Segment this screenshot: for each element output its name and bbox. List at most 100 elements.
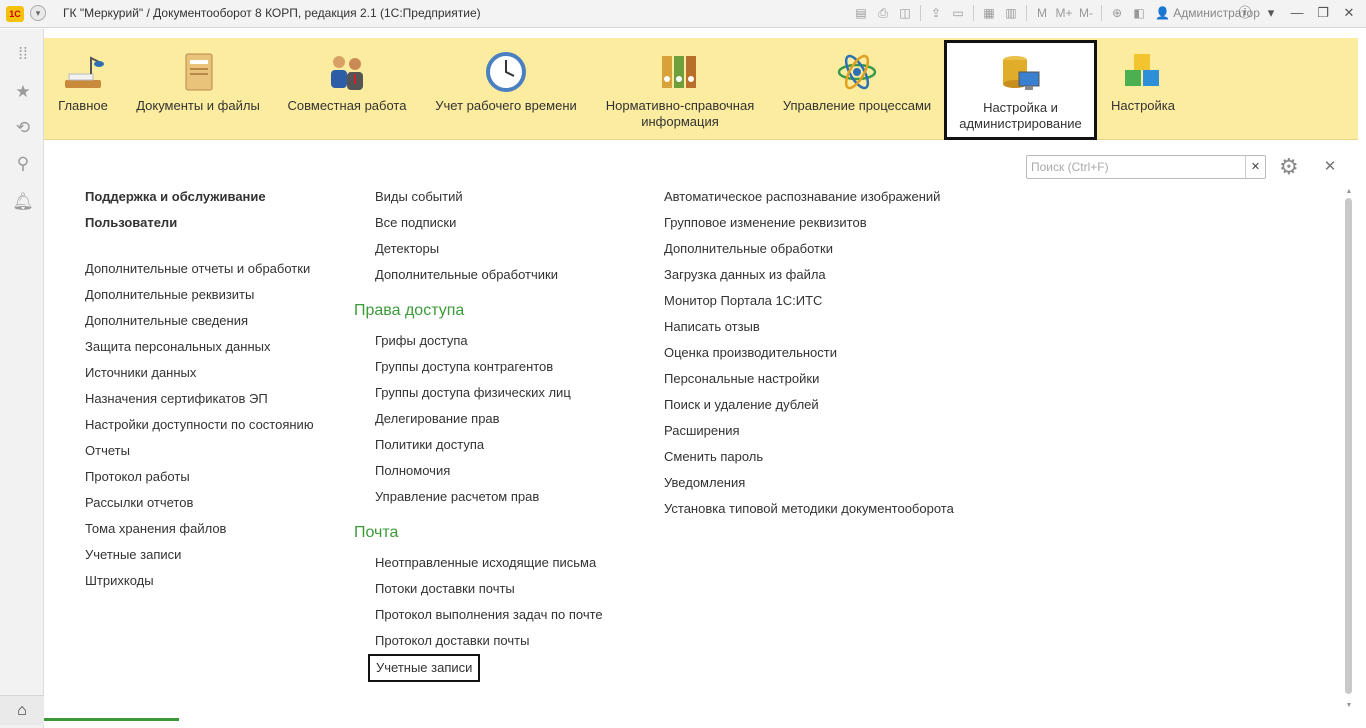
section-label: Управление процессами — [782, 98, 932, 113]
section-reference-info[interactable]: Нормативно-справочная информация — [600, 38, 760, 140]
user-icon: 👤 — [1155, 6, 1170, 20]
table-icon[interactable]: ▥ — [1002, 4, 1020, 22]
app-logo-icon[interactable]: 1C — [6, 6, 24, 22]
list-item[interactable]: Защита персональных данных — [85, 334, 314, 360]
list-item[interactable]: Уведомления — [664, 470, 954, 496]
calendar-icon[interactable]: ▦ — [980, 4, 998, 22]
section-process-management[interactable]: Управление процессами — [778, 38, 936, 140]
list-item[interactable]: Источники данных — [85, 360, 314, 386]
section-label: Документы и файлы — [136, 98, 260, 113]
list-item[interactable]: Управление расчетом прав — [354, 484, 603, 510]
list-item[interactable]: Дополнительные обработки — [664, 236, 954, 262]
close-icon[interactable]: ✕ — [1340, 3, 1358, 23]
close-icon[interactable]: ✕ — [1322, 157, 1338, 177]
list-item[interactable]: Группы доступа контрагентов — [354, 354, 603, 380]
main-menu-button[interactable]: ▾ — [30, 5, 46, 21]
panel-icon[interactable]: ◧ — [1130, 4, 1148, 22]
list-item[interactable]: Монитор Портала 1С:ИТС — [664, 288, 954, 314]
scanner-icon[interactable]: ▭ — [949, 4, 967, 22]
list-item[interactable]: Виды событий — [354, 184, 603, 210]
list-item[interactable]: Поиск и удаление дублей — [664, 392, 954, 418]
list-item[interactable]: Настройки доступности по состоянию — [85, 412, 314, 438]
print-preview-icon[interactable]: ◫ — [896, 4, 914, 22]
title-bar: 1C ▾ ГК "Меркурий" / Документооборот 8 К… — [0, 0, 1366, 28]
window-title: ГК "Меркурий" / Документооборот 8 КОРП, … — [63, 6, 481, 20]
save-icon[interactable]: ▤ — [852, 4, 870, 22]
section-main[interactable]: Главное — [50, 38, 116, 140]
list-item[interactable]: Дополнительные обработчики — [354, 262, 603, 288]
list-item[interactable]: Неотправленные исходящие письма — [354, 550, 603, 576]
restore-icon[interactable]: ❐ — [1314, 3, 1332, 23]
list-item[interactable]: Написать отзыв — [664, 314, 954, 340]
binders-icon — [658, 50, 702, 94]
list-item[interactable]: Политики доступа — [354, 432, 603, 458]
list-item[interactable]: Дополнительные реквизиты — [85, 282, 314, 308]
list-item[interactable]: Установка типовой методики документообор… — [664, 496, 954, 522]
list-item[interactable]: Персональные настройки — [664, 366, 954, 392]
bell-icon[interactable]: 🔔︎ — [12, 191, 34, 213]
desk-lamp-icon — [61, 50, 105, 94]
list-item[interactable]: Учетные записи — [85, 542, 314, 568]
list-item[interactable]: Загрузка данных из файла — [664, 262, 954, 288]
link-users[interactable]: Пользователи — [85, 210, 314, 236]
list-item[interactable]: Назначения сертификатов ЭП — [85, 386, 314, 412]
section-settings[interactable]: Настройка — [1106, 38, 1180, 140]
sections-panel: Главное Документы и файлы Совместная раб… — [44, 38, 1358, 140]
gear-icon[interactable]: ⚙ — [1279, 154, 1307, 180]
list-item[interactable]: Все подписки — [354, 210, 603, 236]
scroll-up-icon[interactable]: ▲ — [1344, 188, 1354, 196]
history-icon[interactable]: ⟲ — [12, 117, 34, 139]
upload-icon[interactable]: ⇪ — [927, 4, 945, 22]
list-item[interactable]: Протокол выполнения задач по почте — [354, 602, 603, 628]
list-item[interactable]: Оценка производительности — [664, 340, 954, 366]
list-item[interactable]: Штрихкоды — [85, 568, 314, 594]
list-item[interactable]: Потоки доставки почты — [354, 576, 603, 602]
list-item[interactable]: Протокол доставки почты — [354, 628, 603, 654]
list-item[interactable]: Протокол работы — [85, 464, 314, 490]
list-item[interactable]: Автоматическое распознавание изображений — [664, 184, 954, 210]
vertical-scrollbar[interactable]: ▲ ▼ — [1344, 188, 1354, 709]
clear-icon[interactable]: ✕ — [1245, 156, 1265, 178]
zoom-icon[interactable]: ⊕ — [1108, 4, 1126, 22]
clock-icon — [484, 50, 528, 94]
favorites-star-icon[interactable]: ★ — [12, 81, 34, 103]
section-label: Настройка — [1111, 98, 1175, 113]
list-item[interactable]: Дополнительные сведения — [85, 308, 314, 334]
list-item-highlighted: Учетные записи — [354, 654, 603, 682]
list-item[interactable]: Группы доступа физических лиц — [354, 380, 603, 406]
list-item[interactable]: Грифы доступа — [354, 328, 603, 354]
list-item[interactable]: Детекторы — [354, 236, 603, 262]
memory-plus-icon[interactable]: M+ — [1055, 4, 1073, 22]
link-support[interactable]: Поддержка и обслуживание — [85, 184, 314, 210]
window-controls: ⓘ ▾ — ❐ ✕ — [1236, 3, 1358, 23]
scrollbar-thumb[interactable] — [1345, 198, 1352, 694]
cubes-icon — [1121, 50, 1165, 94]
home-icon[interactable]: ⌂ — [0, 695, 44, 725]
list-item[interactable]: Рассылки отчетов — [85, 490, 314, 516]
memory-minus-icon[interactable]: M- — [1077, 4, 1095, 22]
list-item[interactable]: Полномочия — [354, 458, 603, 484]
search-input[interactable] — [1027, 156, 1245, 178]
chevron-down-icon[interactable]: ▾ — [1262, 3, 1280, 23]
apps-grid-icon[interactable]: ⁞⁞ — [12, 43, 34, 65]
list-item[interactable]: Делегирование прав — [354, 406, 603, 432]
scroll-down-icon[interactable]: ▼ — [1344, 702, 1354, 710]
section-time-tracking[interactable]: Учет рабочего времени — [430, 38, 582, 140]
list-item[interactable]: Групповое изменение реквизитов — [664, 210, 954, 236]
info-icon[interactable]: ⓘ — [1236, 3, 1254, 23]
print-icon[interactable]: ⎙ — [874, 4, 892, 22]
group-heading-mail: Почта — [354, 524, 399, 541]
list-item[interactable]: Отчеты — [85, 438, 314, 464]
memory-icon[interactable]: M — [1033, 4, 1051, 22]
section-administration[interactable]: Настройка и администрирование — [944, 40, 1097, 140]
list-item[interactable]: Расширения — [664, 418, 954, 444]
list-item[interactable]: Сменить пароль — [664, 444, 954, 470]
section-documents[interactable]: Документы и файлы — [134, 38, 262, 140]
section-collaboration[interactable]: Совместная работа — [284, 38, 410, 140]
minimize-icon[interactable]: — — [1288, 3, 1306, 23]
search-icon[interactable]: ⚲ — [12, 153, 34, 175]
list-item[interactable]: Тома хранения файлов — [85, 516, 314, 542]
mail-accounts-link[interactable]: Учетные записи — [368, 654, 481, 682]
list-item[interactable]: Дополнительные отчеты и обработки — [85, 256, 314, 282]
